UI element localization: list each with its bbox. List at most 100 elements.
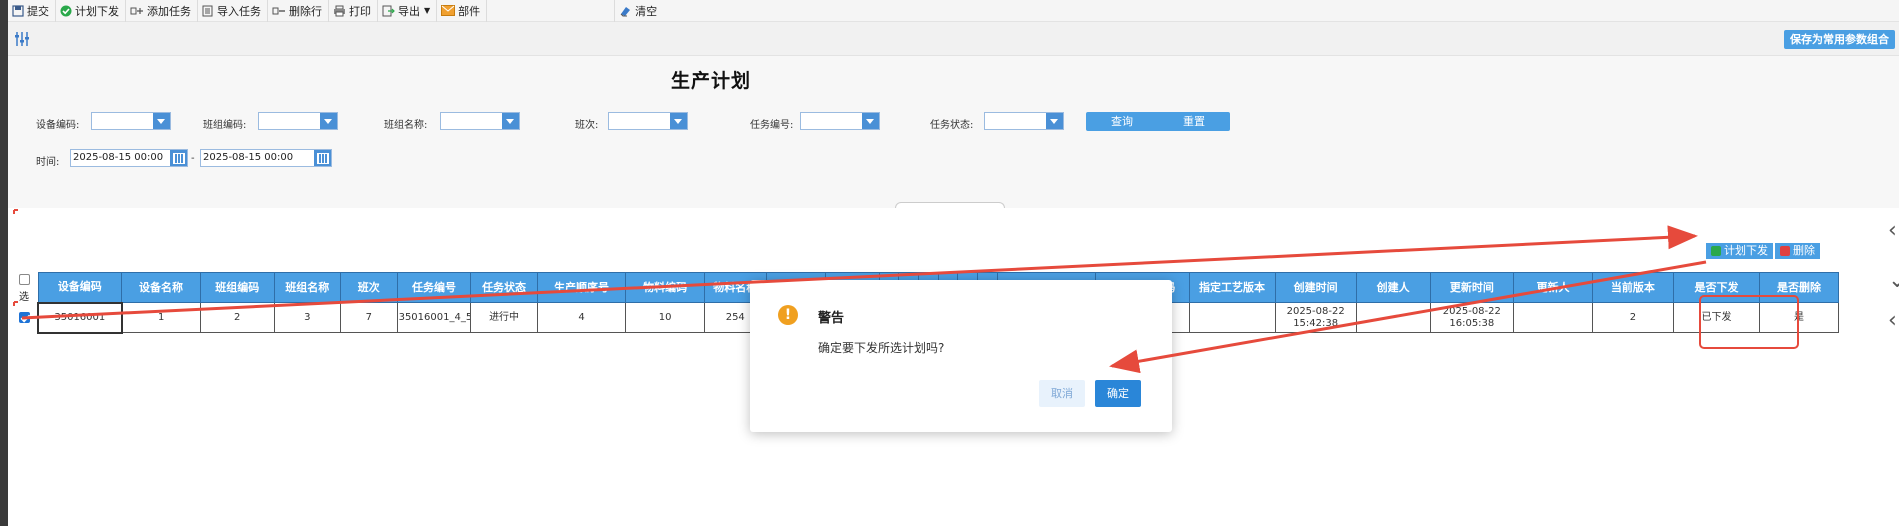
grid-dispatch-label: 计划下发 — [1724, 244, 1768, 257]
toolbar: 提交 计划下发 添加任务 导入任务 删除行 打印 导出 ▼ 部件 清空 — [8, 0, 1899, 22]
reset-button[interactable]: 重置 — [1158, 112, 1230, 131]
shift-select[interactable] — [608, 112, 688, 130]
chevron-left-icon[interactable]: ‹ — [1888, 308, 1897, 333]
table-cell[interactable] — [1355, 302, 1431, 333]
page-title: 生产计划 — [671, 70, 752, 92]
chevron-left-icon[interactable]: ‹ — [1888, 218, 1897, 243]
print-button[interactable]: 打印 — [329, 0, 378, 22]
delete-row-button[interactable]: 删除行 — [268, 0, 329, 22]
column-header[interactable]: 班组编码 — [199, 272, 275, 303]
add-task-label: 添加任务 — [147, 4, 191, 18]
task-status-select[interactable] — [984, 112, 1064, 130]
device-code-select[interactable] — [91, 112, 171, 130]
print-label: 打印 — [349, 4, 371, 18]
print-icon — [334, 5, 345, 16]
delete-row-label: 删除行 — [289, 4, 322, 18]
column-header[interactable]: 创建人 — [1355, 272, 1431, 303]
submit-icon — [12, 4, 24, 17]
table-cell[interactable]: 35016001_4_52 — [396, 302, 472, 333]
team-name-select[interactable] — [440, 112, 520, 130]
mail-label: 部件 — [458, 4, 481, 18]
left-edge-bar — [0, 0, 8, 526]
time-start-input[interactable]: 2025-08-15 00:00 — [70, 149, 188, 167]
cancel-button[interactable]: 取消 — [1039, 380, 1085, 407]
parameter-bar: 保存为常用参数组合 — [8, 22, 1899, 56]
table-cell[interactable]: 7 — [340, 302, 398, 333]
team-code-select[interactable] — [258, 112, 338, 130]
calendar-icon[interactable] — [314, 150, 331, 166]
task-no-select[interactable] — [800, 112, 880, 130]
submit-label: 提交 — [27, 4, 49, 18]
table-cell[interactable]: 是 — [1759, 302, 1839, 333]
clear-label: 清空 — [635, 4, 658, 18]
table-cell[interactable] — [1188, 302, 1276, 333]
table-cell[interactable]: 1 — [121, 302, 201, 333]
grid-delete-button[interactable]: 删除 — [1775, 243, 1820, 259]
table-cell[interactable]: 35016001 — [37, 301, 123, 334]
dispatch-plan-label: 计划下发 — [75, 4, 119, 18]
grid-dispatch-button[interactable]: 计划下发 — [1706, 243, 1773, 259]
check-circle-icon — [60, 5, 72, 16]
export-button[interactable]: 导出 ▼ — [378, 0, 438, 22]
column-header[interactable]: 指定工艺版本 — [1188, 272, 1276, 303]
select-all-checkbox[interactable] — [18, 274, 30, 285]
table-cell[interactable] — [1513, 302, 1593, 333]
delete-row-icon — [272, 7, 285, 14]
dialog-message: 确定要下发所选计划吗? — [818, 341, 945, 355]
table-cell[interactable]: 2025-08-22 15:42:38 — [1274, 302, 1357, 333]
table-cell[interactable]: 2025-08-22 16:05:38 — [1429, 302, 1515, 333]
import-task-button[interactable]: 导入任务 — [198, 0, 268, 22]
save-params-button[interactable]: 保存为常用参数组合 — [1784, 30, 1895, 49]
chevron-down-icon[interactable]: ⌄ — [1888, 268, 1899, 293]
query-button[interactable]: 查询 — [1086, 112, 1158, 131]
chevron-down-icon[interactable] — [862, 113, 879, 129]
chevron-down-icon[interactable] — [502, 113, 519, 129]
row-checkbox[interactable] — [18, 312, 30, 323]
column-header[interactable]: 班组名称 — [273, 272, 342, 303]
sliders-icon[interactable] — [12, 29, 32, 49]
export-label: 导出 — [398, 4, 420, 18]
calendar-icon[interactable] — [170, 150, 187, 166]
confirm-dialog: ! 警告 确定要下发所选计划吗? 取消 确定 — [750, 280, 1172, 432]
chevron-down-icon[interactable] — [1046, 113, 1063, 129]
chevron-down-icon: ▼ — [424, 6, 431, 15]
table-cell[interactable]: 2 — [199, 302, 275, 333]
select-column-label: 选 — [19, 292, 29, 303]
column-header[interactable]: 是否删除 — [1759, 272, 1839, 303]
add-task-button[interactable]: 添加任务 — [126, 0, 198, 22]
table-cell[interactable]: 4 — [536, 302, 627, 333]
close-icon — [1780, 246, 1790, 256]
column-header[interactable]: 任务编号 — [396, 272, 472, 303]
table-cell[interactable]: 3 — [273, 302, 342, 333]
eraser-icon — [620, 6, 631, 16]
column-header[interactable]: 班次 — [340, 272, 398, 303]
column-header[interactable]: 当前版本 — [1591, 272, 1675, 303]
table-cell[interactable]: 10 — [625, 302, 706, 333]
table-cell[interactable]: 2 — [1591, 302, 1675, 333]
column-header[interactable]: 创建时间 — [1274, 272, 1357, 303]
table-cell[interactable]: 已下发 — [1672, 302, 1761, 333]
time-end-input[interactable]: 2025-08-15 00:00 — [200, 149, 332, 167]
column-header[interactable]: 物料编码 — [625, 272, 706, 303]
chevron-down-icon[interactable] — [670, 113, 687, 129]
dispatch-plan-button[interactable]: 计划下发 — [56, 0, 126, 22]
column-header[interactable]: 更新时间 — [1429, 272, 1515, 303]
table-cell[interactable]: 进行中 — [470, 302, 538, 333]
confirm-button[interactable]: 确定 — [1095, 380, 1141, 407]
chevron-down-icon[interactable] — [153, 113, 170, 129]
team-code-label: 班组编码: — [203, 120, 247, 131]
query-reset-group: 查询 重置 — [1086, 112, 1230, 131]
mail-button[interactable]: 部件 — [437, 0, 488, 22]
column-header[interactable]: 生产顺序号 — [536, 272, 627, 303]
column-header[interactable]: 更新人 — [1513, 272, 1593, 303]
task-no-label: 任务编号: — [750, 120, 794, 131]
submit-button[interactable]: 提交 — [8, 0, 56, 22]
column-header[interactable]: 任务状态 — [470, 272, 538, 303]
column-header[interactable]: 设备名称 — [121, 272, 201, 303]
check-icon — [1711, 246, 1721, 256]
clear-button[interactable]: 清空 — [615, 0, 663, 22]
column-header[interactable]: 是否下发 — [1672, 272, 1761, 303]
time-label: 时间: — [36, 157, 60, 168]
chevron-down-icon[interactable] — [320, 113, 337, 129]
column-header[interactable]: 设备编码 — [37, 272, 123, 303]
